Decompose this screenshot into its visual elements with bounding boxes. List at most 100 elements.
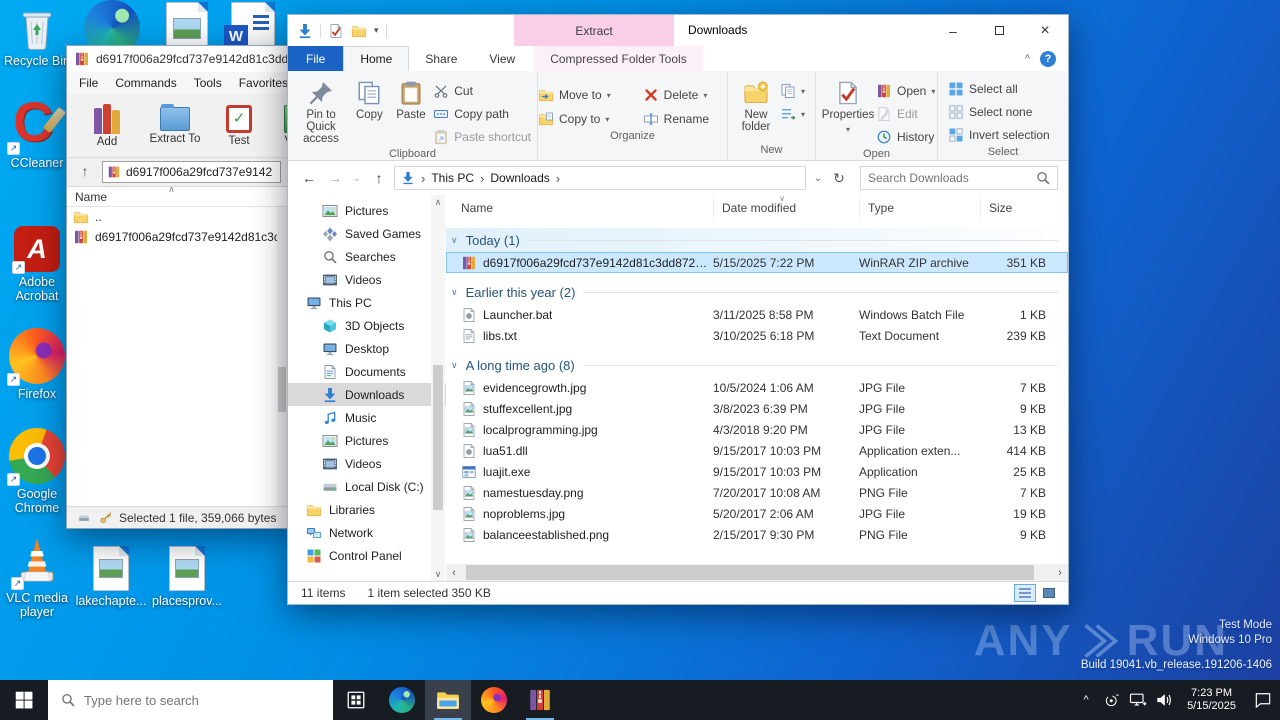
file-row[interactable]: localprogramming.jpg4/3/2018 9:20 PMJPG … [446, 419, 1068, 440]
sidebar-item-local-disk-c[interactable]: Local Disk (C:) [288, 475, 446, 498]
large-icons-view-button[interactable] [1038, 584, 1060, 602]
sidebar-item-searches[interactable]: Searches [288, 245, 446, 268]
cut-button[interactable]: Cut [433, 80, 531, 102]
desktop-icon-recycle-bin[interactable]: Recycle Bin [0, 5, 74, 68]
tab-home[interactable]: Home [343, 46, 409, 71]
winrar-test-button[interactable]: ✓ Test [215, 105, 263, 147]
start-button[interactable] [0, 680, 48, 720]
qat-customize-caret-icon[interactable]: ▾ [374, 25, 379, 36]
nav-scrollbar[interactable]: ∧ ∨ [431, 195, 445, 581]
task-view-button[interactable] [333, 680, 379, 720]
taskbar-edge[interactable] [379, 680, 425, 720]
tab-compressed-folder-tools[interactable]: Compressed Folder Tools [534, 46, 703, 71]
winrar-titlebar[interactable]: d6917f006a29fcd737e9142d81c3dd8 [67, 46, 287, 72]
volume-button[interactable] [1151, 680, 1177, 720]
new-folder-icon[interactable] [351, 23, 367, 39]
sidebar-item-pictures[interactable]: Pictures [288, 199, 446, 222]
horizontal-scrollbar[interactable]: ‹ › [446, 564, 1068, 581]
file-row[interactable]: libs.txt3/10/2025 6:18 PMText Document23… [446, 325, 1068, 346]
ribbon-collapse-icon[interactable]: ^ [1025, 53, 1030, 65]
sidebar-item-libraries[interactable]: Libraries [288, 498, 446, 521]
desktop-icon-adobe-acrobat[interactable]: A ↗ Adobe Acrobat [0, 226, 74, 303]
properties-icon[interactable] [328, 23, 344, 39]
address-field[interactable]: › This PC › Downloads › [394, 166, 806, 190]
help-button[interactable]: ? [1040, 51, 1056, 67]
sidebar-item-videos[interactable]: Videos [288, 268, 446, 291]
taskbar-search-input[interactable] [84, 693, 333, 708]
tab-file[interactable]: File [288, 46, 343, 71]
scroll-up-icon[interactable]: ∧ [431, 195, 445, 209]
scrollbar-thumb[interactable] [466, 565, 1034, 580]
open-button[interactable]: Open ▾ [876, 80, 935, 102]
select-none-button[interactable]: Select none [948, 101, 1068, 123]
file-row[interactable]: luajit.exe9/15/2017 10:03 PMApplication2… [446, 461, 1068, 482]
sidebar-item-this-pc[interactable]: This PC [288, 291, 446, 314]
copy-to-button[interactable]: Copy to ▾ [538, 108, 629, 130]
sidebar-item-videos[interactable]: Videos [288, 452, 446, 475]
address-dropdown-icon[interactable]: ⌄ [810, 173, 826, 184]
file-row[interactable]: namestuesday.png7/20/2017 10:08 AMPNG Fi… [446, 482, 1068, 503]
move-to-button[interactable]: Move to ▾ [538, 84, 629, 106]
winrar-extract-to-button[interactable]: Extract To [143, 107, 207, 145]
column-header-date-modified[interactable]: ∨ Date modified [713, 195, 859, 221]
sidebar-item-control-panel[interactable]: Control Panel [288, 544, 446, 567]
desktop-icon-google-chrome[interactable]: ↗ Google Chrome [0, 428, 74, 515]
sidebar-item-documents[interactable]: Documents [288, 360, 446, 383]
refresh-icon[interactable]: ↻ [830, 170, 848, 187]
properties-button[interactable]: Properties ▾ [822, 76, 874, 136]
tab-view[interactable]: View [473, 46, 531, 71]
scrollbar-thumb[interactable] [278, 367, 286, 412]
menu-file[interactable]: File [79, 76, 98, 90]
copy-button[interactable]: Copy [350, 76, 389, 121]
window-close-button[interactable]: × [1022, 15, 1068, 46]
winrar-row[interactable]: d6917f006a29fcd737e9142d81c3dd87294... [67, 227, 287, 247]
paste-button[interactable]: Paste [391, 76, 432, 121]
winrar-column-header-name[interactable]: ∧ Name [67, 187, 287, 207]
scrollbar-thumb[interactable] [433, 365, 443, 510]
select-all-button[interactable]: Select all [948, 78, 1068, 100]
menu-tools[interactable]: Tools [194, 76, 222, 90]
history-button[interactable]: History [876, 126, 935, 148]
file-row[interactable]: stuffexcellent.jpg3/8/2023 6:39 PMJPG Fi… [446, 398, 1068, 419]
taskbar-search[interactable] [48, 680, 333, 720]
desktop-icon-firefox[interactable]: ↗ Firefox [0, 328, 74, 401]
breadcrumb-downloads[interactable]: Downloads [490, 171, 549, 185]
clock[interactable]: 7:23 PM 5/15/2025 [1177, 687, 1246, 713]
sidebar-item-music[interactable]: Music [288, 406, 446, 429]
sidebar-item-desktop[interactable]: Desktop [288, 337, 446, 360]
sidebar-item-pictures[interactable]: Pictures [288, 429, 446, 452]
column-header-size[interactable]: Size [980, 195, 1058, 221]
file-row[interactable]: lua51.dll9/15/2017 10:03 PMApplication e… [446, 440, 1068, 461]
winrar-row[interactable]: .. [67, 207, 287, 227]
taskbar-winrar[interactable] [517, 680, 563, 720]
group-header-earlier-this-year-2[interactable]: ∨Earlier this year (2) [446, 280, 1068, 304]
winrar-address-combo[interactable]: d6917f006a29fcd737e9142 [102, 161, 281, 183]
delete-button[interactable]: Delete ▾ [643, 84, 727, 106]
file-row[interactable]: noproblems.jpg5/20/2017 2:06 AMJPG File1… [446, 503, 1068, 524]
scroll-right-icon[interactable]: › [1052, 567, 1068, 579]
taskbar-file-explorer[interactable] [425, 680, 471, 720]
edit-button[interactable]: Edit [876, 103, 935, 125]
rename-button[interactable]: Rename [643, 108, 727, 130]
file-row[interactable]: Launcher.bat3/11/2025 8:58 PMWindows Bat… [446, 304, 1068, 325]
sidebar-item-3d-objects[interactable]: 3D Objects [288, 314, 446, 337]
menu-commands[interactable]: Commands [115, 76, 176, 90]
desktop-icon-vlc[interactable]: ↗ VLC media player [0, 536, 74, 619]
scroll-down-icon[interactable]: ∨ [431, 567, 445, 581]
tray-app-button[interactable] [1099, 680, 1125, 720]
file-row[interactable]: d6917f006a29fcd737e9142d81c3dd87294...5/… [446, 252, 1068, 273]
hidden-icons-chevron[interactable]: ^ [1073, 680, 1099, 720]
new-folder-button[interactable]: New folder [734, 76, 778, 133]
desktop-icon-placesprov[interactable]: placesprov... [150, 546, 224, 608]
tab-share[interactable]: Share [409, 46, 473, 71]
pin-to-quick-access-button[interactable]: Pin to Quick access [294, 76, 348, 145]
back-button[interactable]: ← [298, 170, 320, 186]
search-icon[interactable] [1035, 170, 1051, 186]
winrar-up-button[interactable]: ↑ [73, 162, 97, 182]
taskbar-firefox[interactable] [471, 680, 517, 720]
winrar-add-button[interactable]: Add [79, 104, 135, 148]
sidebar-item-saved-games[interactable]: Saved Games [288, 222, 446, 245]
breadcrumb-this-pc[interactable]: This PC [431, 171, 474, 185]
network-button[interactable] [1125, 680, 1151, 720]
column-header-name[interactable]: Name [461, 195, 713, 221]
